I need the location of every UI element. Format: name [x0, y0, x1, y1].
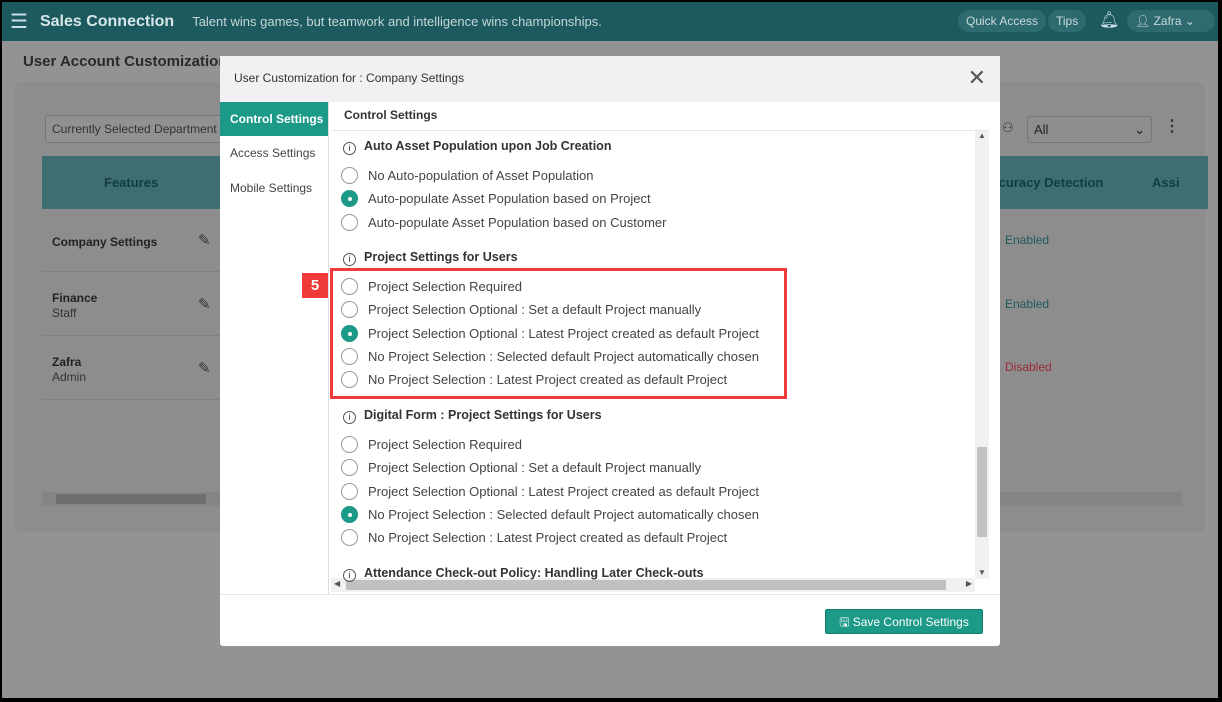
section-heading: i Auto Asset Population upon Job Creation [343, 139, 611, 155]
bell-icon[interactable]: 🔔︎ [1099, 10, 1119, 30]
radio-option[interactable]: Auto-populate Asset Population based on … [341, 190, 651, 208]
status-badge: Disabled [1005, 360, 1052, 374]
modal-title: User Customization for : Company Setting… [220, 56, 1000, 102]
row-name: Zafra [52, 355, 82, 369]
vertical-scrollbar[interactable]: ▲ ▼ [975, 131, 989, 579]
tab-access-settings[interactable]: Access Settings [220, 136, 328, 171]
radio-option[interactable]: Project Selection Optional : Latest Proj… [341, 482, 759, 500]
radio-option[interactable]: Project Selection Required [341, 436, 522, 453]
radio-option[interactable]: No Auto-population of Asset Population [341, 167, 594, 184]
hamburger-menu-icon[interactable]: ☰ [10, 9, 28, 34]
user-name: Zafra [1153, 14, 1182, 28]
row-role: Staff [52, 306, 77, 320]
settings-nav: Control Settings Access Settings Mobile … [220, 102, 329, 594]
filter-select[interactable]: All ⌄ [1027, 116, 1152, 143]
radio-button[interactable] [341, 213, 358, 231]
column-accuracy-detection: Accuracy Detection [982, 175, 1104, 190]
close-icon[interactable]: ✕ [968, 66, 986, 91]
department-select[interactable]: Currently Selected Department [45, 115, 235, 143]
section-heading: i Attendance Check-out Policy: Handling L… [343, 566, 704, 582]
radio-option[interactable]: No Project Selection : Selected default … [341, 505, 759, 523]
radio-button[interactable] [341, 505, 358, 523]
highlight-box [330, 268, 787, 399]
info-icon: i [343, 253, 356, 266]
filter-value: All [1034, 122, 1049, 137]
row-name: Company Settings [52, 235, 158, 249]
section-title: Auto Asset Population upon Job Creation [364, 139, 612, 153]
radio-button[interactable] [341, 436, 358, 453]
section-heading: i Digital Form : Project Settings for Use… [343, 408, 602, 424]
option-label: Project Selection Required [368, 437, 522, 452]
more-options-icon[interactable]: ⋮ [1164, 116, 1180, 136]
radio-button[interactable] [341, 482, 358, 500]
top-bar: ☰ Sales Connection Talent wins games, bu… [2, 2, 1218, 41]
radio-button[interactable] [341, 167, 358, 184]
pencil-icon[interactable]: ✎ [198, 231, 211, 249]
status-badge: Enabled [1005, 233, 1050, 247]
option-label: No Project Selection : Selected default … [368, 506, 759, 522]
save-label: Save Control Settings [852, 615, 969, 629]
users-icon: ⚇ [1002, 120, 1014, 135]
modal-footer [220, 594, 1000, 595]
radio-button[interactable] [341, 190, 358, 208]
option-label: Project Selection Optional : Set a defau… [368, 460, 702, 476]
table-row[interactable]: Finance Staff ✎ [42, 273, 222, 336]
info-icon: i [343, 411, 356, 424]
info-icon: i [343, 142, 356, 155]
app: ☰ Sales Connection Talent wins games, bu… [2, 2, 1218, 698]
section-title: Project Settings for Users [364, 250, 518, 264]
chevron-down-icon: ⌄ [1134, 122, 1145, 137]
save-control-settings-button[interactable]: 🖫 Save Control Settings [825, 609, 983, 634]
option-label: Auto-populate Asset Population based on … [368, 214, 667, 230]
row-name: Finance [52, 291, 98, 305]
radio-button[interactable] [341, 529, 358, 547]
page-title: User Account Customization [23, 53, 228, 70]
status-badge: Enabled [1005, 297, 1050, 311]
quick-access-button[interactable]: Quick Access [958, 10, 1047, 32]
section-heading: i Project Settings for Users [343, 250, 518, 266]
option-label: Project Selection Optional : Latest Proj… [368, 483, 759, 499]
radio-option[interactable]: Project Selection Optional : Set a defau… [341, 459, 702, 477]
radio-option[interactable]: No Project Selection : Latest Project cr… [341, 529, 728, 547]
user-menu[interactable]: 👤︎ Zafra ⌄ [1127, 10, 1215, 32]
pencil-icon[interactable]: ✎ [198, 359, 211, 377]
column-features: Features [104, 175, 159, 190]
pencil-icon[interactable]: ✎ [198, 295, 211, 313]
tab-control-settings[interactable]: Control Settings [220, 102, 328, 136]
brand[interactable]: Sales Connection [40, 13, 174, 31]
option-label: Auto-populate Asset Population based on … [368, 191, 651, 207]
tips-button[interactable]: Tips [1048, 10, 1087, 32]
section-title: Attendance Check-out Policy: Handling La… [364, 566, 704, 580]
option-label: No Project Selection : Latest Project cr… [368, 530, 728, 546]
step-badge: 5 [302, 273, 328, 298]
table-row[interactable]: Zafra Admin ✎ [42, 337, 222, 400]
radio-option[interactable]: Auto-populate Asset Population based on … [341, 213, 667, 231]
section-title: Digital Form : Project Settings for User… [364, 408, 602, 422]
table-row[interactable]: Company Settings ✎ [42, 209, 222, 272]
radio-button[interactable] [341, 459, 358, 477]
option-label: No Auto-population of Asset Population [368, 168, 594, 183]
info-icon: i [343, 569, 356, 582]
row-role: Admin [52, 370, 87, 384]
column-assign: Assi [1152, 175, 1180, 190]
tagline: Talent wins games, but teamwork and inte… [192, 14, 602, 29]
panel-title: Control Settings [344, 108, 438, 122]
tab-mobile-settings[interactable]: Mobile Settings [220, 171, 328, 206]
